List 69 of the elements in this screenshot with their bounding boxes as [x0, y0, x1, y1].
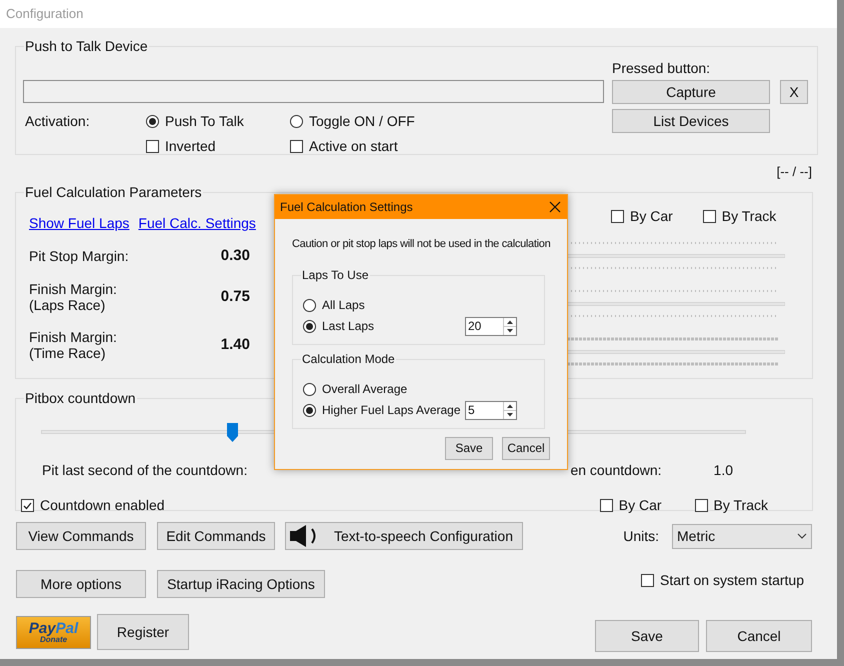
radio-option[interactable]: Push To Talk: [146, 111, 290, 132]
radio-option[interactable]: Last Laps: [303, 317, 374, 335]
radio-circle[interactable]: [146, 115, 159, 128]
units-dropdown[interactable]: Metric: [672, 524, 812, 548]
link[interactable]: Show Fuel Laps: [29, 213, 130, 234]
view-commands-button[interactable]: View Commands: [16, 522, 146, 550]
cancel-button[interactable]: Cancel: [706, 620, 812, 652]
checkbox[interactable]: Start on system startup: [641, 570, 804, 590]
chevron-down-icon: [797, 533, 807, 539]
radio-circle[interactable]: [303, 404, 316, 416]
lap-counter: [-- / --]: [776, 163, 812, 181]
countdown-label: Pit last second of the countdown:: [42, 461, 248, 480]
checkbox[interactable]: Active on start: [290, 136, 606, 157]
down-arrow-icon[interactable]: [504, 326, 516, 334]
text-to-speech-button[interactable]: Text-to-speech Configuration: [285, 522, 523, 550]
dialog-button[interactable]: Cancel: [502, 436, 550, 460]
margin-label: (Laps Race): [29, 297, 106, 313]
checkbox[interactable]: Inverted: [146, 136, 290, 157]
link[interactable]: Fuel Calc. Settings: [138, 213, 256, 234]
checkbox[interactable]: By Car: [600, 495, 662, 516]
checkmark-icon: [23, 502, 32, 510]
dialog-title: Fuel Calculation Settings: [280, 199, 413, 216]
activation-label: Activation:: [25, 112, 91, 131]
margin-label: Finish Margin:: [29, 281, 118, 297]
clear-button[interactable]: X: [780, 80, 808, 104]
pressed-button-label: Pressed button:: [612, 59, 712, 77]
radio-option[interactable]: Toggle ON / OFF: [290, 111, 606, 132]
slider-thumb[interactable]: [227, 423, 238, 442]
edit-commands-button[interactable]: Edit Commands: [157, 522, 275, 550]
number-spinner[interactable]: 20: [465, 316, 517, 336]
close-icon[interactable]: [549, 201, 561, 213]
dialog-button[interactable]: Save: [445, 436, 493, 460]
number-spinner[interactable]: 5: [465, 400, 517, 420]
countdown-value: 1.0: [714, 461, 734, 480]
margin-value: 0.75: [220, 286, 250, 307]
capture-button[interactable]: Capture: [612, 80, 770, 104]
margin-label: (Time Race): [29, 345, 106, 361]
checkbox-box[interactable]: [694, 499, 708, 512]
units-label: Units:: [623, 526, 659, 546]
radio-option[interactable]: Higher Fuel Laps Average: [303, 401, 461, 419]
window-title: Configuration: [6, 5, 84, 24]
countdown-label: en countdown:: [570, 461, 662, 480]
checkbox[interactable]: By Track: [702, 206, 776, 227]
checkbox-box[interactable]: [641, 574, 654, 586]
checkbox-box[interactable]: [702, 210, 716, 223]
margin-value: 0.30: [220, 246, 250, 266]
paypal-donate-button[interactable]: PayPal Donate: [16, 616, 91, 648]
margin-value: 1.40: [220, 334, 250, 355]
margin-label: Pit Stop Margin:: [29, 248, 130, 264]
checkbox[interactable]: By Track: [694, 495, 768, 516]
device-field[interactable]: [23, 80, 604, 103]
dialog-note: Caution or pit stop laps will not be used in the calculation: [292, 237, 550, 252]
more-options-button[interactable]: More options: [16, 570, 146, 598]
radio-option[interactable]: All Laps: [303, 296, 365, 314]
down-arrow-icon[interactable]: [504, 410, 516, 418]
register-button[interactable]: Register: [97, 614, 189, 650]
checkbox-box[interactable]: [611, 210, 624, 223]
margin-label: Finish Margin:: [29, 329, 118, 345]
startup-options-button[interactable]: Startup iRacing Options: [157, 570, 325, 598]
radio-option[interactable]: Overall Average: [303, 380, 408, 398]
checkbox-box[interactable]: [21, 499, 34, 512]
checkbox-box[interactable]: [146, 140, 159, 153]
checkbox[interactable]: Countdown enabled: [21, 495, 165, 516]
list-devices-button[interactable]: List Devices: [612, 109, 770, 133]
radio-circle[interactable]: [303, 320, 316, 332]
save-button[interactable]: Save: [595, 620, 699, 652]
checkbox-box[interactable]: [290, 140, 303, 153]
checkbox[interactable]: By Car: [611, 206, 673, 227]
checkbox-box[interactable]: [600, 499, 613, 512]
